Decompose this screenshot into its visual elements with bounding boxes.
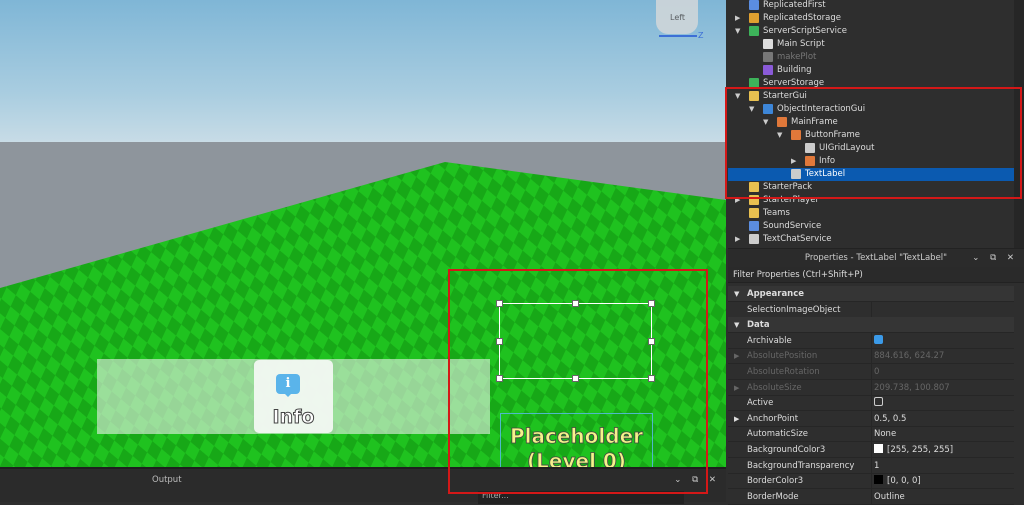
expand-arrow-icon[interactable]: ▶ [734, 380, 739, 396]
instance-icon [763, 65, 773, 75]
property-row[interactable]: Archivable [728, 332, 1014, 349]
explorer-item-label: Teams [763, 208, 790, 218]
explorer-item[interactable]: ReplicatedFirst [728, 0, 1014, 12]
filter-properties-input[interactable]: Filter Properties (Ctrl+Shift+P) [728, 267, 1024, 283]
explorer-item-label: TextChatService [763, 234, 832, 244]
property-value[interactable]: 1 [874, 461, 879, 471]
explorer-item[interactable]: Building [728, 64, 1014, 77]
property-value[interactable]: [255, 255, 255] [887, 445, 953, 455]
explorer-item-label: Building [777, 65, 812, 75]
color-swatch[interactable] [874, 475, 883, 485]
info-button-label: Info [272, 406, 315, 429]
explorer-item-label: makePlot [777, 52, 817, 62]
info-button[interactable]: i Info [254, 360, 333, 433]
color-swatch[interactable] [874, 444, 883, 453]
z-axis-line [659, 35, 697, 37]
view-cube-label: Left [670, 13, 686, 22]
properties-window-controls[interactable]: ⌄ ⧉ ✕ [972, 249, 1018, 267]
property-name: BackgroundColor3 [747, 445, 826, 455]
explorer-item[interactable]: ▼ ServerScriptService [728, 25, 1014, 38]
property-row[interactable]: Active [728, 395, 1014, 412]
properties-panel: Properties - TextLabel "TextLabel" ⌄ ⧉ ✕ … [728, 248, 1024, 505]
property-row[interactable]: AbsoluteRotation 0 [728, 364, 1014, 380]
explorer-item[interactable]: Main Script [728, 38, 1014, 51]
explorer-item[interactable]: Teams [728, 207, 1014, 220]
output-title: Output [152, 475, 182, 485]
property-name: AbsoluteRotation [747, 367, 820, 377]
explorer-item-label: ReplicatedStorage [763, 13, 841, 23]
instance-icon [749, 234, 759, 244]
z-axis-label: Z [698, 31, 704, 40]
instance-icon [749, 221, 759, 231]
property-value[interactable]: 0 [874, 367, 879, 377]
explorer-item[interactable]: ▶ ReplicatedStorage [728, 12, 1014, 25]
property-name: AbsolutePosition [747, 351, 818, 362]
instance-icon [749, 26, 759, 36]
property-name: BorderMode [747, 491, 799, 502]
explorer-item-label: SoundService [763, 221, 822, 231]
expand-arrow-icon[interactable]: ▶ [735, 233, 743, 246]
property-value[interactable]: Outline [874, 492, 905, 502]
checkbox[interactable] [874, 397, 883, 407]
property-row[interactable]: ▶ AnchorPoint 0.5, 0.5 [728, 410, 1014, 427]
property-name: Active [747, 398, 774, 409]
expand-arrow-icon[interactable]: ▶ [734, 348, 739, 364]
expand-arrow-icon[interactable]: ▼ [735, 25, 743, 38]
property-name: Appearance [747, 289, 805, 299]
checkbox[interactable] [874, 334, 883, 344]
property-row[interactable]: BorderMode Outline [728, 488, 1014, 505]
instance-icon [763, 39, 773, 49]
instance-icon [749, 0, 759, 10]
property-name: Archivable [747, 335, 792, 346]
properties-title: Properties - TextLabel "TextLabel" [804, 253, 948, 263]
explorer-item-label: Main Script [777, 39, 825, 49]
property-name: SelectionImageObject [747, 304, 841, 315]
property-row[interactable]: BorderColor3 [0, 0, 0] [728, 473, 1014, 490]
view-cube[interactable]: Left [656, 0, 698, 34]
highlight-box [725, 87, 1022, 199]
instance-icon [749, 208, 759, 218]
property-row[interactable]: AutomaticSize None [728, 426, 1014, 443]
property-value[interactable]: [0, 0, 0] [887, 476, 921, 486]
property-name: AutomaticSize [747, 429, 809, 440]
expand-arrow-icon[interactable]: ▼ [734, 286, 739, 302]
property-row[interactable]: SelectionImageObject [728, 301, 1014, 318]
instance-icon [763, 52, 773, 62]
property-value[interactable]: None [874, 429, 896, 439]
instance-icon [749, 13, 759, 23]
property-name: AnchorPoint [747, 413, 799, 424]
explorer-item[interactable]: makePlot [728, 51, 1014, 64]
explorer-item-label: ReplicatedFirst [763, 0, 826, 10]
property-row[interactable]: ▶ AbsoluteSize 209.738, 100.807 [728, 379, 1014, 396]
property-value[interactable]: 209.738, 100.807 [874, 383, 950, 393]
properties-header: Properties - TextLabel "TextLabel" ⌄ ⧉ ✕ [728, 249, 1024, 267]
expand-arrow-icon[interactable]: ▼ [734, 317, 739, 333]
property-category[interactable]: ▼ Data [728, 317, 1014, 334]
property-name: BackgroundTransparency [747, 460, 855, 471]
property-value[interactable]: 884.616, 624.27 [874, 351, 944, 361]
property-category[interactable]: ▼ Appearance [728, 286, 1014, 302]
expand-arrow-icon[interactable]: ▶ [734, 411, 739, 427]
explorer-item[interactable]: ▶ TextChatService [728, 233, 1014, 246]
explorer-item[interactable]: SoundService [728, 220, 1014, 233]
highlight-box [448, 269, 708, 494]
property-value[interactable]: 0.5, 0.5 [874, 414, 906, 424]
info-icon: i [276, 374, 300, 397]
property-name: BorderColor3 [747, 476, 804, 487]
property-name: Data [747, 320, 770, 331]
property-row[interactable]: ▶ AbsolutePosition 884.616, 624.27 [728, 348, 1014, 365]
property-row[interactable]: BackgroundTransparency 1 [728, 457, 1014, 474]
expand-arrow-icon[interactable]: ▶ [735, 12, 743, 25]
explorer-item-label: ServerScriptService [763, 26, 847, 36]
property-row[interactable]: BackgroundColor3 [255, 255, 255] [728, 442, 1014, 458]
property-name: AbsoluteSize [747, 382, 802, 393]
